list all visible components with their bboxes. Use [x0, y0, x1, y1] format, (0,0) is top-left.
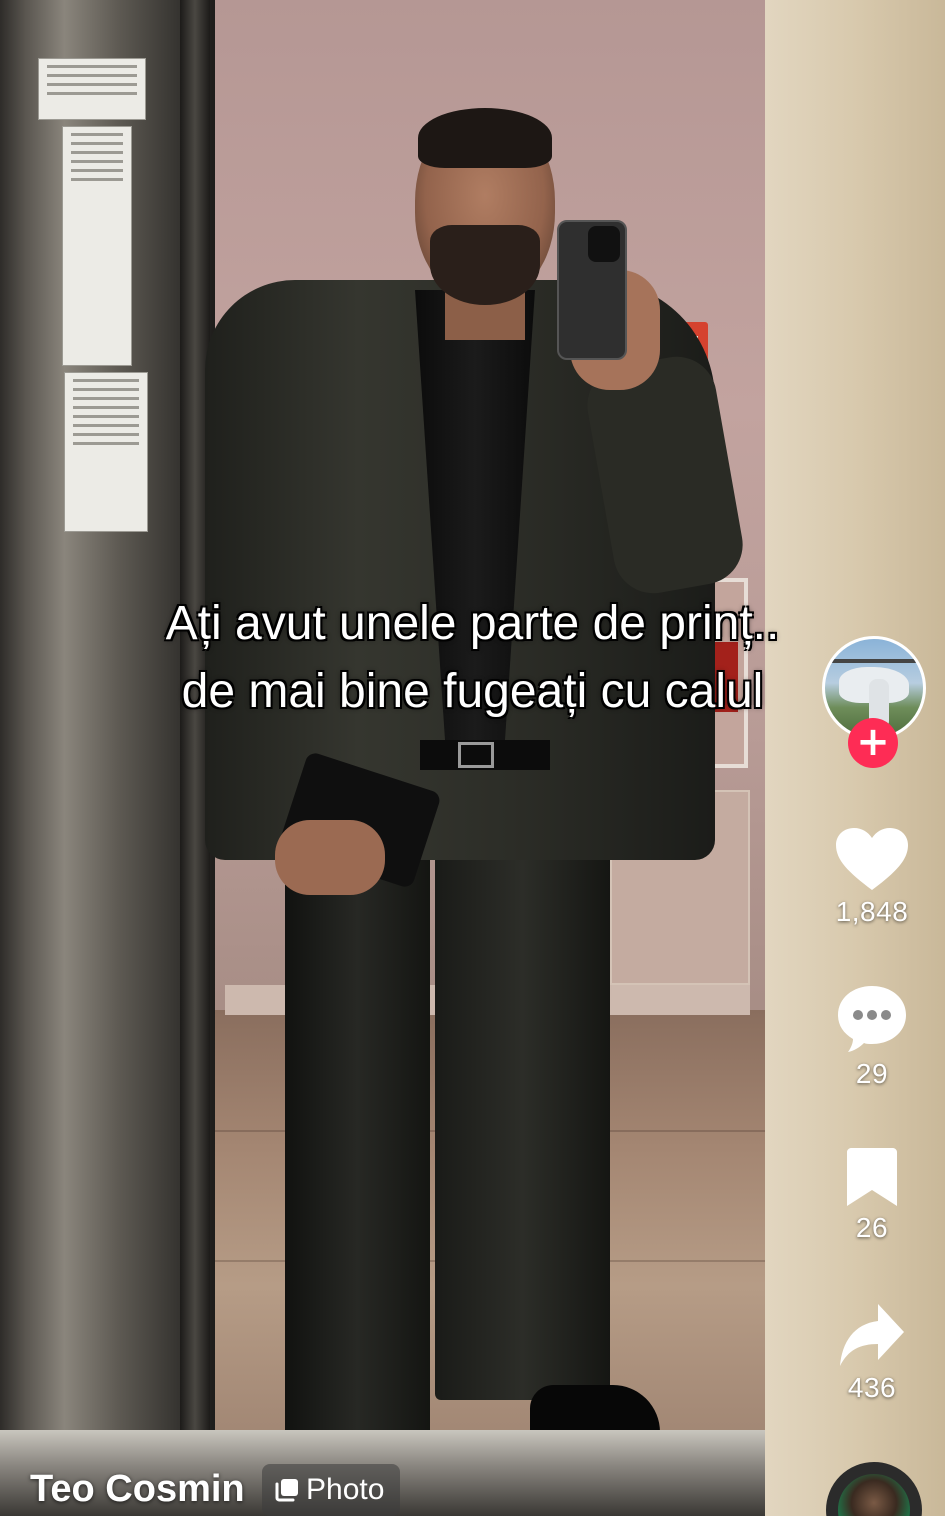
elevator-notice — [38, 58, 146, 120]
share-arrow-icon — [840, 1304, 904, 1366]
comment-button[interactable]: 29 — [820, 984, 924, 1090]
caption-line-1: Ați avut unele parte de prinț.. — [165, 597, 780, 650]
post-type-label: Photo — [306, 1473, 385, 1506]
creator-username[interactable]: Teo Cosmin — [30, 1468, 245, 1511]
like-button[interactable]: 1,848 — [820, 826, 924, 928]
elevator-notice — [62, 126, 132, 366]
follow-button[interactable]: + — [848, 718, 898, 768]
post-photo[interactable] — [0, 0, 945, 1516]
comment-bubble-icon — [838, 986, 906, 1052]
save-button[interactable]: 26 — [820, 1146, 924, 1244]
elevator-notice — [64, 372, 148, 532]
save-count: 26 — [855, 1212, 889, 1243]
caption-line-2: de mai bine fugeați cu calul — [181, 665, 764, 718]
heart-icon — [836, 828, 908, 890]
bookmark-icon — [847, 1148, 897, 1206]
share-count: 436 — [847, 1372, 897, 1403]
share-button[interactable]: 436 — [820, 1302, 924, 1404]
comment-count: 29 — [855, 1058, 889, 1089]
photo-icon — [275, 1479, 298, 1502]
post-type-tag: Photo — [262, 1464, 401, 1516]
post-caption: Ați avut unele parte de prinț.. de mai b… — [0, 590, 945, 726]
like-count: 1,848 — [835, 896, 909, 927]
